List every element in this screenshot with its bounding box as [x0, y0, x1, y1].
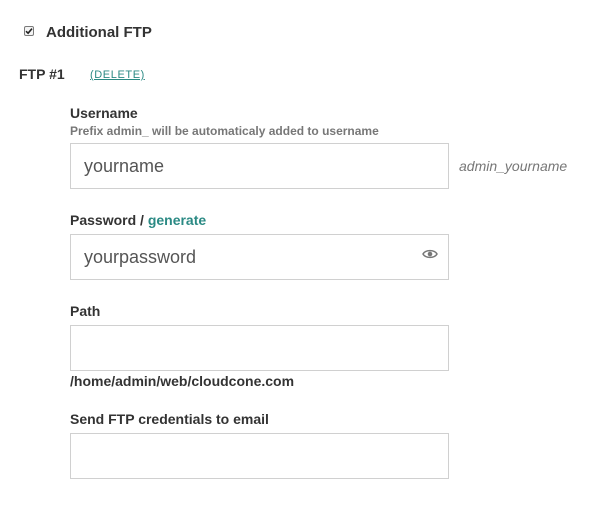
- password-label: Password / generate: [70, 212, 206, 228]
- additional-ftp-label[interactable]: Additional FTP: [46, 24, 152, 41]
- ftp-entry-title: FTP #1: [19, 66, 65, 82]
- email-input[interactable]: [70, 433, 449, 479]
- path-base-hint: /home/admin/web/cloudcone.com: [70, 373, 295, 389]
- email-label: Send FTP credentials to email: [70, 411, 269, 427]
- username-input[interactable]: [70, 143, 449, 189]
- username-preview: admin_yourname: [459, 158, 568, 174]
- username-label: Username: [70, 105, 138, 121]
- generate-password-link[interactable]: generate: [148, 212, 206, 228]
- delete-ftp-link[interactable]: (DELETE): [90, 69, 145, 81]
- eye-icon[interactable]: [422, 248, 438, 260]
- path-input[interactable]: [70, 325, 449, 371]
- checkmark-icon: [25, 28, 33, 35]
- additional-ftp-checkbox[interactable]: [24, 26, 34, 36]
- password-label-text: Password /: [70, 212, 144, 228]
- password-input[interactable]: [70, 234, 449, 280]
- username-prefix-hint: Prefix admin_ will be automaticaly added…: [70, 124, 379, 138]
- path-label: Path: [70, 303, 101, 319]
